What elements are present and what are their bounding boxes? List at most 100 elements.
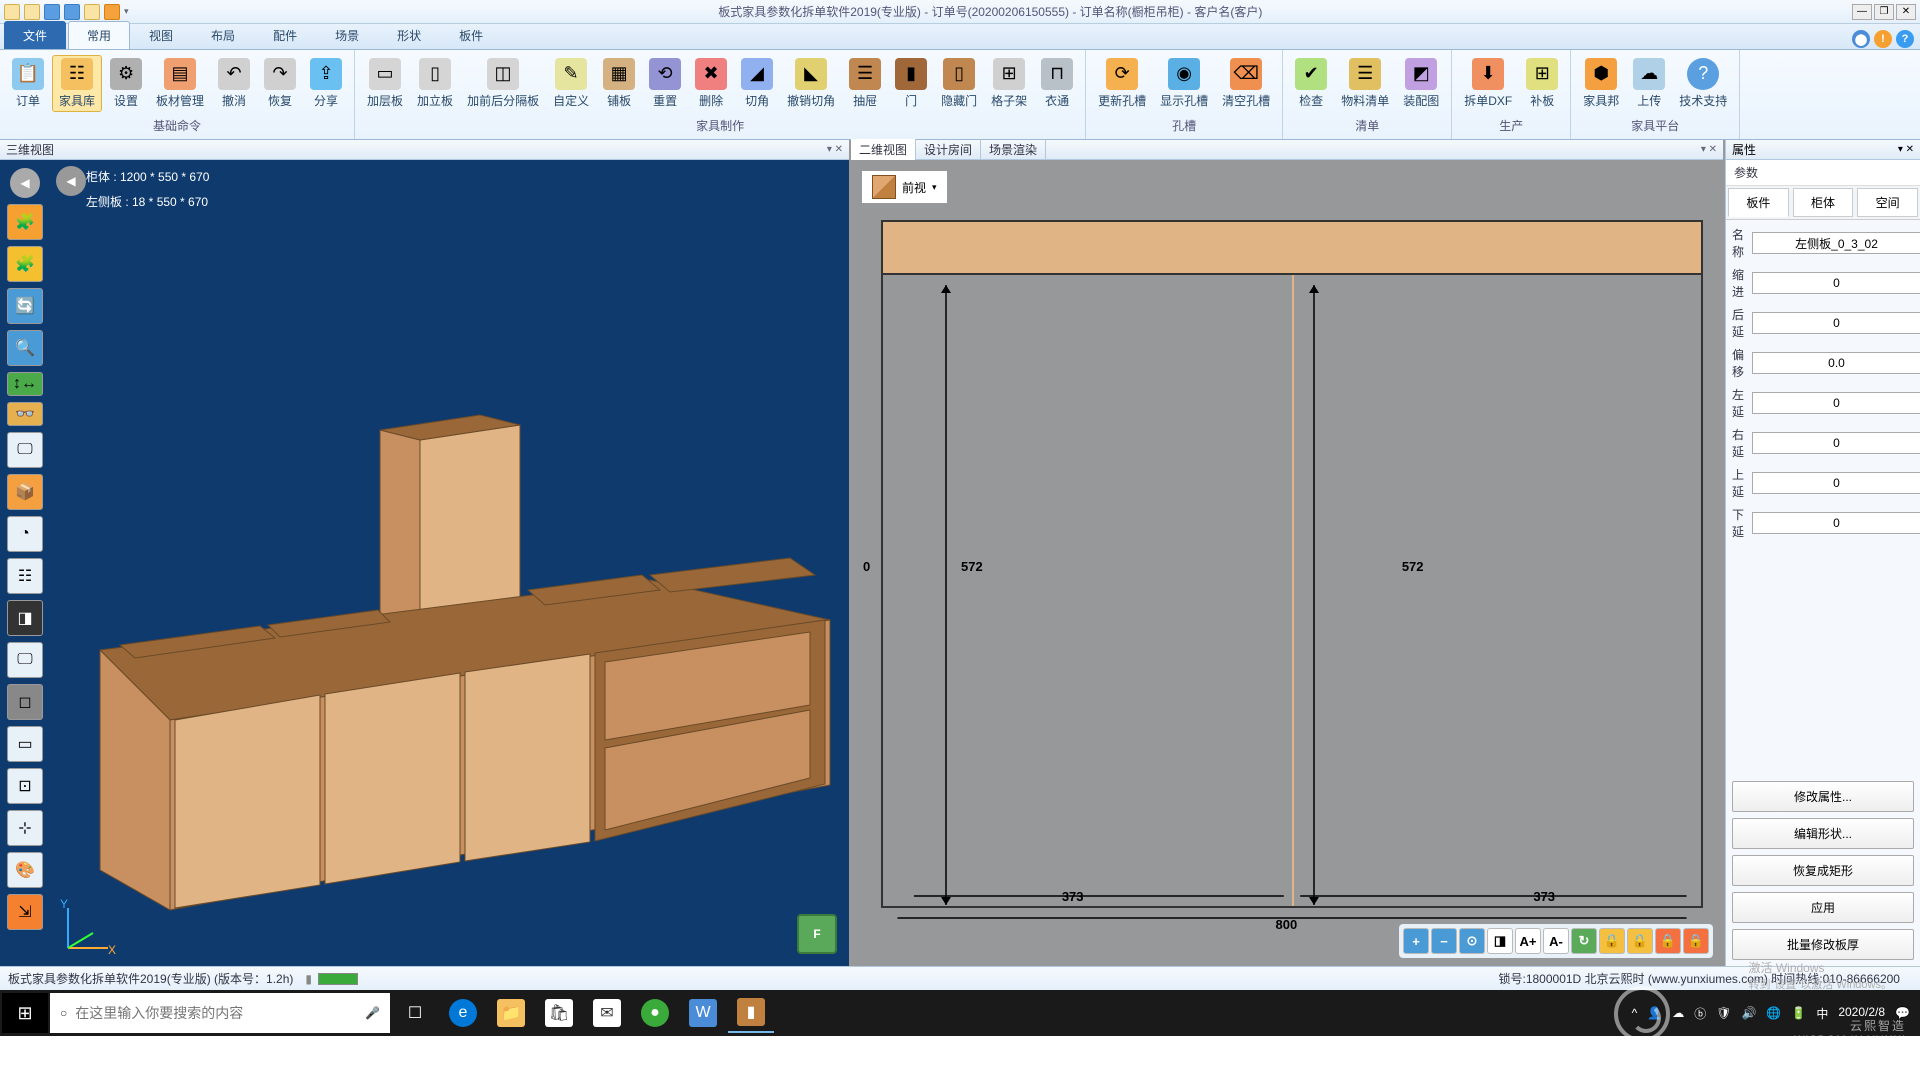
tool-layers-icon[interactable]: ☷ [7, 558, 43, 594]
btn-update-holes[interactable]: ⟳更新孔槽 [1092, 56, 1152, 111]
tray-clock[interactable]: 2020/2/8 [1838, 1005, 1885, 1021]
btn-add-vertical[interactable]: ▯加立板 [411, 56, 459, 111]
tab-design-room[interactable]: 设计房间 [916, 139, 981, 160]
tool-search-icon[interactable]: 🔍 [7, 330, 43, 366]
tray-notifications-icon[interactable]: 💬 [1895, 1006, 1910, 1020]
tray-defender-icon[interactable]: 🛡 [1716, 1006, 1731, 1020]
btn-redo[interactable]: ↷恢复 [258, 56, 302, 111]
help-icon[interactable]: ? [1896, 30, 1914, 48]
lock1-button[interactable]: 🔒 [1599, 928, 1625, 954]
lock3-button[interactable]: 🔒 [1655, 928, 1681, 954]
btn-delete[interactable]: ✖删除 [689, 56, 733, 111]
tab-shape[interactable]: 形状 [378, 21, 440, 49]
btn-furniture-lib[interactable]: ☷家具库 [52, 55, 102, 112]
tool-screen-icon[interactable]: 🖵 [7, 642, 43, 678]
tool-export-icon[interactable]: ⇲ [7, 894, 43, 930]
btn-reset[interactable]: ⟲重置 [643, 56, 687, 111]
btn-show-holes[interactable]: ◉显示孔槽 [1154, 56, 1214, 111]
input-down[interactable] [1752, 512, 1920, 534]
btn-batch-thickness[interactable]: 批量修改板厚 [1732, 929, 1914, 960]
input-right[interactable] [1752, 432, 1920, 454]
btn-clear-holes[interactable]: ⌫清空孔槽 [1216, 56, 1276, 111]
task-view-button[interactable]: ☐ [392, 993, 438, 1033]
info-icon[interactable]: ! [1874, 30, 1892, 48]
tray-onedrive-icon[interactable]: ☁ [1672, 1006, 1684, 1020]
tab-view[interactable]: 视图 [130, 21, 192, 49]
tab-common[interactable]: 常用 [68, 21, 130, 49]
btn-check[interactable]: ✔检查 [1289, 56, 1333, 111]
qat-export-icon[interactable] [104, 4, 120, 20]
tab-scene[interactable]: 场景 [316, 21, 378, 49]
input-left[interactable] [1752, 392, 1920, 414]
mic-icon[interactable]: 🎤 [365, 1006, 380, 1020]
tab-file[interactable]: 文件 [4, 21, 66, 49]
taskbar-store[interactable]: 🛍 [536, 993, 582, 1033]
tab-board[interactable]: 板件 [440, 21, 502, 49]
btn-door[interactable]: ▮门 [889, 56, 933, 111]
taskbar-edge[interactable]: e [440, 993, 486, 1033]
btn-bom[interactable]: ☰物料清单 [1335, 56, 1395, 111]
tab-layout[interactable]: 布局 [192, 21, 254, 49]
tray-ime-icon[interactable]: 中 [1816, 1005, 1828, 1022]
maximize-button[interactable]: ❐ [1874, 4, 1894, 20]
input-offset[interactable] [1752, 352, 1920, 374]
qat-saveas-icon[interactable] [64, 4, 80, 20]
tool-puzzle2-icon[interactable]: 🧩 [7, 246, 43, 282]
nav-left-icon[interactable]: ◀ [10, 168, 40, 198]
input-up[interactable] [1752, 472, 1920, 494]
view-direction-selector[interactable]: 前视 ▾ [861, 170, 948, 204]
qat-new-icon[interactable] [4, 4, 20, 20]
btn-grid-shelf[interactable]: ⊞格子架 [985, 56, 1033, 111]
tray-volume-icon[interactable]: 🔊 [1741, 1006, 1756, 1020]
zoom-fit-button[interactable]: ⊙ [1459, 928, 1485, 954]
btn-patch[interactable]: ⊞补板 [1520, 56, 1564, 111]
font-larger-button[interactable]: A+ [1515, 928, 1541, 954]
input-back[interactable] [1752, 312, 1920, 334]
btn-undo-cut[interactable]: ◣撤销切角 [781, 56, 841, 111]
lock4-button[interactable]: 🔒 [1683, 928, 1709, 954]
btn-undo[interactable]: ↶撤消 [212, 56, 256, 111]
lock2-button[interactable]: 🔒 [1627, 928, 1653, 954]
tool-puzzle1-icon[interactable]: 🧩 [7, 204, 43, 240]
btn-tile[interactable]: ▦铺板 [597, 56, 641, 111]
btn-edit-props[interactable]: 修改属性... [1732, 781, 1914, 812]
tab-2d-view[interactable]: 二维视图 [851, 139, 916, 160]
btn-apply[interactable]: 应用 [1732, 892, 1914, 923]
btn-add-divider[interactable]: ◫加前后分隔板 [461, 56, 545, 111]
view-2d-body[interactable]: 前视 ▾ 0 572 572 373 373 800 [851, 160, 1723, 966]
props-tab-board[interactable]: 板件 [1728, 188, 1789, 217]
btn-furniture-bang[interactable]: ⬢家具邦 [1577, 56, 1625, 111]
btn-hide-door[interactable]: ▯隐藏门 [935, 56, 983, 111]
btn-dxf[interactable]: ⬇拆单DXF [1458, 56, 1518, 111]
refresh-2d-button[interactable]: ↻ [1571, 928, 1597, 954]
canvas-2d[interactable]: 0 572 572 373 373 800 [881, 220, 1703, 926]
tray-bluetooth-icon[interactable]: ⓑ [1694, 1005, 1706, 1022]
btn-restore-rect[interactable]: 恢复成矩形 [1732, 855, 1914, 886]
btn-share[interactable]: ⇪分享 [304, 56, 348, 111]
search-input[interactable] [75, 1005, 357, 1021]
taskbar-search[interactable]: ○ 🎤 [50, 993, 390, 1033]
btn-upload[interactable]: ☁上传 [1627, 56, 1671, 111]
tool-cube-icon[interactable]: ◻ [7, 684, 43, 720]
tool-pie-icon[interactable]: ◔ [7, 516, 43, 552]
nav-back-icon[interactable]: ◀ [56, 166, 86, 196]
btn-support[interactable]: ?技术支持 [1673, 56, 1733, 111]
tool-refresh-icon[interactable]: 🔄 [7, 288, 43, 324]
btn-closet-rail[interactable]: ⊓衣通 [1035, 56, 1079, 111]
btn-assembly[interactable]: ◩装配图 [1397, 56, 1445, 111]
tool-tree-icon[interactable]: ⊹ [7, 810, 43, 846]
taskbar-explorer[interactable]: 📁 [488, 993, 534, 1033]
tool-bw-icon[interactable]: ◨ [7, 600, 43, 636]
input-name[interactable] [1752, 232, 1920, 254]
zoom-out-button[interactable]: − [1431, 928, 1457, 954]
btn-order[interactable]: 📋订单 [6, 56, 50, 111]
tool-node-icon[interactable]: ⊡ [7, 768, 43, 804]
qat-save-icon[interactable] [44, 4, 60, 20]
btn-add-shelf[interactable]: ▭加层板 [361, 56, 409, 111]
tray-network-icon[interactable]: 🌐 [1766, 1006, 1781, 1020]
view-3d-canvas[interactable]: ◀ 柜体 : 1200 * 550 * 670 左侧板 : 18 * 550 *… [50, 160, 849, 966]
view-3d-body[interactable]: ◀ 🧩 🧩 🔄 🔍 ↕↔ 👓 🖵 📦 ◔ ☷ ◨ 🖵 ◻ ▭ ⊡ ⊹ 🎨 ⇲ [0, 160, 849, 966]
tool-window-icon[interactable]: 🖵 [7, 432, 43, 468]
props-menu-icon[interactable]: ▾ ✕ [1898, 144, 1914, 155]
font-smaller-button[interactable]: A- [1543, 928, 1569, 954]
